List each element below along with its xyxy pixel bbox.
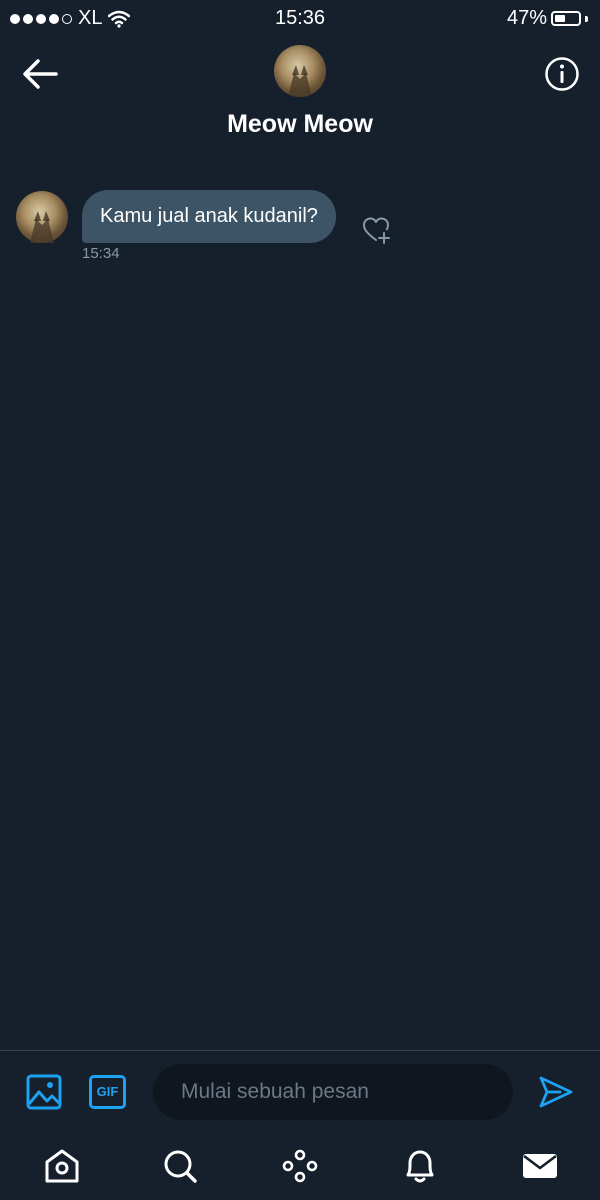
explore-icon[interactable]: [280, 1148, 320, 1184]
image-icon[interactable]: [26, 1074, 62, 1110]
contact-avatar[interactable]: [274, 45, 326, 97]
battery-cap: [585, 15, 588, 22]
message-input[interactable]: [153, 1064, 513, 1120]
battery-percent: 47%: [506, 7, 547, 29]
message-timestamp: 15:34: [82, 245, 120, 262]
home-icon[interactable]: [42, 1148, 82, 1184]
tab-bar: [0, 1134, 600, 1200]
message-composer: GIF: [0, 1050, 600, 1134]
cat-photo: [30, 211, 54, 243]
notifications-icon[interactable]: [400, 1148, 440, 1184]
battery-group: 47%: [507, 7, 588, 30]
back-arrow-icon[interactable]: [20, 56, 60, 92]
conversation-header: Meow Meow: [0, 36, 600, 156]
contact-name[interactable]: Meow Meow: [0, 110, 600, 139]
info-icon[interactable]: [544, 56, 580, 92]
battery-level-fill: [555, 15, 565, 22]
heart-add-icon[interactable]: [362, 216, 392, 244]
status-bar: XL 15:36 47%: [0, 0, 600, 36]
gif-button[interactable]: GIF: [89, 1075, 126, 1109]
messages-icon[interactable]: [520, 1148, 560, 1184]
message-avatar[interactable]: [16, 191, 68, 243]
message-bubble[interactable]: Kamu jual anak kudanil?: [82, 190, 336, 243]
cat-photo: [288, 65, 312, 97]
search-icon[interactable]: [160, 1148, 200, 1184]
send-icon[interactable]: [538, 1075, 574, 1109]
battery-icon: [551, 11, 581, 26]
